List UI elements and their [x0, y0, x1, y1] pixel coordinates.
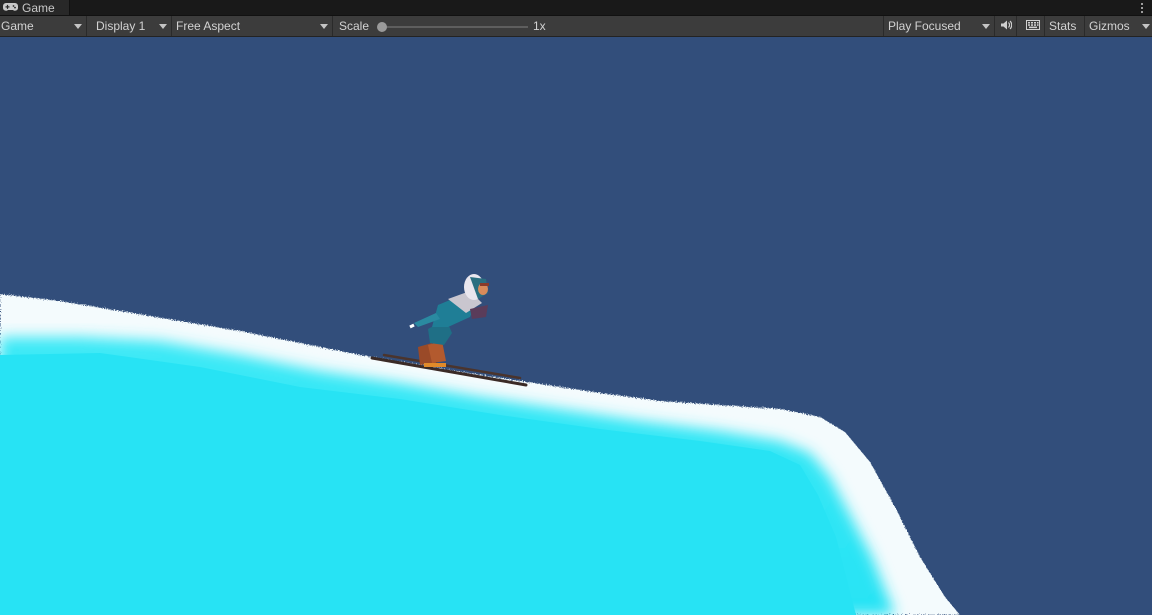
speaker-icon — [1000, 19, 1012, 33]
display-label: Display 1 — [96, 19, 146, 33]
scale-label: Scale — [339, 19, 370, 33]
tab-strip: Game — [0, 0, 1152, 16]
stats-label: Stats — [1049, 19, 1077, 33]
chevron-down-icon — [74, 24, 82, 29]
tab-game[interactable]: Game — [0, 0, 70, 15]
play-mode-dropdown[interactable]: Play Focused — [884, 16, 995, 36]
keyboard-grid-icon — [1025, 19, 1040, 33]
tab-title: Game — [22, 0, 55, 15]
chevron-down-icon — [982, 24, 990, 29]
game-scene — [0, 274, 960, 615]
gizmos-dropdown[interactable]: Gizmos — [1085, 16, 1152, 36]
scale-slider-track[interactable] — [382, 26, 528, 28]
aspect-dropdown[interactable]: Free Aspect — [172, 16, 333, 36]
chevron-down-icon — [320, 24, 328, 29]
view-mode-dropdown[interactable]: Game — [0, 16, 87, 36]
gizmos-label: Gizmos — [1089, 19, 1130, 33]
more-options-icon[interactable] — [1138, 0, 1146, 15]
scale-value: 1x — [533, 19, 546, 33]
stats-button[interactable]: Stats — [1045, 16, 1085, 36]
view-mode-label: Game — [1, 19, 34, 33]
shortcuts-button[interactable] — [1021, 16, 1045, 36]
scale-slider-thumb[interactable] — [377, 22, 387, 32]
display-dropdown[interactable]: Display 1 — [87, 16, 172, 36]
play-mode-label: Play Focused — [888, 19, 961, 33]
aspect-label: Free Aspect — [176, 19, 241, 33]
mute-audio-button[interactable] — [995, 16, 1017, 36]
chevron-down-icon — [159, 24, 167, 29]
gamepad-icon — [3, 1, 18, 15]
chevron-down-icon — [1142, 24, 1150, 29]
game-viewport[interactable] — [0, 37, 1152, 615]
